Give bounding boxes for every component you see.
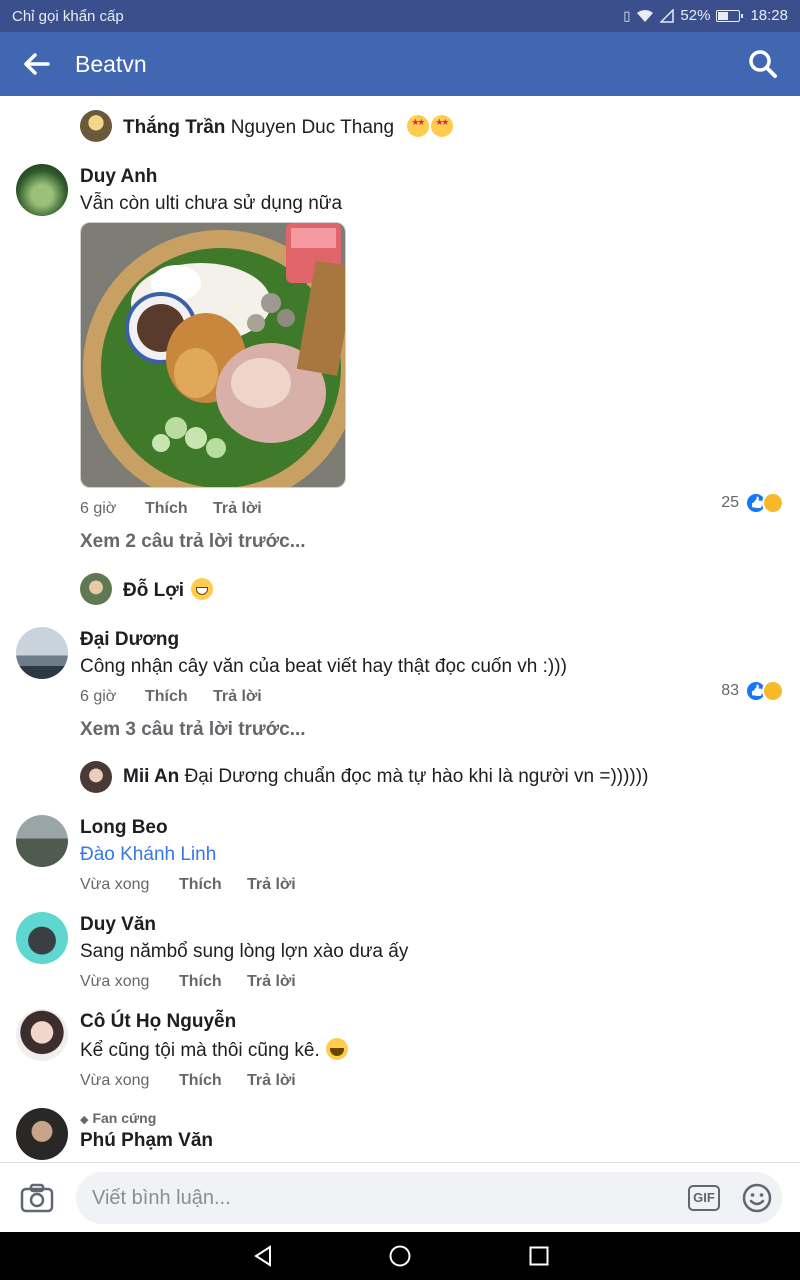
- grinning-emoji-icon: [191, 578, 214, 600]
- reaction-count: 83: [721, 682, 739, 699]
- comment-timestamp: 6 giờ: [80, 688, 117, 705]
- nav-recent-apps-icon[interactable]: [529, 1246, 549, 1266]
- like-button[interactable]: Thích: [179, 876, 247, 894]
- avatar[interactable]: [16, 815, 68, 867]
- page-title: Beatvn: [75, 51, 147, 77]
- comment-input-placeholder: Viết bình luận...: [92, 1187, 231, 1209]
- comment-text: Sang nămbổ sung lòng lợn xào dưa ấy: [80, 941, 409, 962]
- reaction-count: 25: [721, 494, 739, 511]
- food-platter-image: [81, 223, 345, 487]
- avatar[interactable]: [16, 1108, 68, 1160]
- carrier-text: Chỉ gọi khẩn cấp: [12, 8, 124, 25]
- comment-input[interactable]: Viết bình luận... GIF: [76, 1172, 782, 1224]
- system-nav-bar: [0, 1232, 800, 1280]
- reply-button[interactable]: Trả lời: [213, 688, 262, 706]
- reaction-summary[interactable]: 25: [721, 492, 784, 514]
- avatar[interactable]: [80, 573, 112, 605]
- fan-badge: Fan cứng: [92, 1110, 157, 1126]
- reply-author[interactable]: Thắng Trần: [123, 117, 225, 138]
- reply-button[interactable]: Trả lời: [213, 500, 262, 518]
- avatar[interactable]: [80, 761, 112, 793]
- star-struck-emoji-icon: [407, 115, 430, 137]
- battery-icon: [716, 9, 744, 22]
- view-previous-replies-link[interactable]: Xem 2 câu trả lời trước...: [80, 531, 306, 553]
- app-bar: Beatvn: [0, 32, 800, 96]
- search-icon[interactable]: [748, 49, 778, 79]
- wifi-icon: [637, 9, 654, 22]
- avatar[interactable]: [16, 912, 68, 964]
- comment-author[interactable]: Duy Anh: [80, 166, 157, 188]
- comment-timestamp: Vừa xong: [80, 1072, 150, 1089]
- comment-feed[interactable]: Thắng Trần Nguyen Duc Thang Duy Anh Vẫn …: [0, 96, 800, 1162]
- status-icons: ▯ 52% 18:28: [623, 7, 788, 24]
- avatar[interactable]: [16, 1009, 68, 1061]
- like-button[interactable]: Thích: [145, 688, 213, 706]
- reply-text: Đại Dương chuẩn đọc mà tự hào khi là ngư…: [184, 766, 649, 787]
- reply-button[interactable]: Trả lời: [247, 973, 296, 991]
- reply-author[interactable]: Đỗ Lợi: [123, 580, 184, 601]
- camera-icon[interactable]: [20, 1183, 54, 1213]
- nav-home-icon[interactable]: [389, 1245, 411, 1267]
- status-bar: Chỉ gọi khẩn cấp ▯ 52% 18:28: [0, 0, 800, 32]
- comment-author[interactable]: Đại Dương: [80, 629, 179, 651]
- care-reaction-icon: [762, 492, 784, 514]
- like-button[interactable]: Thích: [179, 973, 247, 991]
- vibrate-icon: ▯: [623, 7, 631, 23]
- comment-composer: Viết bình luận... GIF: [0, 1162, 800, 1232]
- comment-timestamp: 6 giờ: [80, 500, 117, 517]
- like-button[interactable]: Thích: [145, 500, 213, 518]
- reply-text: Nguyen Duc Thang: [230, 117, 395, 138]
- arrow-left-icon[interactable]: [22, 50, 52, 78]
- avatar[interactable]: [16, 164, 68, 216]
- reply-button[interactable]: Trả lời: [247, 876, 296, 894]
- comment-author[interactable]: Cô Út Họ Nguyễn: [80, 1011, 236, 1033]
- comment-timestamp: Vừa xong: [80, 876, 150, 893]
- clock: 18:28: [750, 7, 788, 24]
- comment-author[interactable]: Phú Phạm Văn: [80, 1130, 213, 1152]
- comment-photo[interactable]: [80, 222, 346, 488]
- reply-author[interactable]: Mii An: [123, 766, 179, 787]
- haha-reaction-icon: [762, 680, 784, 702]
- avatar[interactable]: [80, 110, 112, 142]
- reply-button[interactable]: Trả lời: [247, 1072, 296, 1090]
- reaction-summary[interactable]: 83: [721, 680, 784, 702]
- comment-text: Vẫn còn ulti chưa sử dụng nữa: [80, 193, 343, 214]
- battery-percent: 52%: [680, 7, 711, 24]
- comment-text: Công nhận cây văn của beat viết hay thật…: [80, 656, 567, 677]
- signal-icon: [660, 8, 675, 23]
- star-struck-emoji-icon: [431, 115, 454, 137]
- comment-author[interactable]: Duy Văn: [80, 914, 156, 936]
- tagged-user-link[interactable]: Đào Khánh Linh: [80, 844, 216, 866]
- comment-author[interactable]: Long Beo: [80, 817, 168, 839]
- avatar[interactable]: [16, 627, 68, 679]
- gif-button[interactable]: GIF: [688, 1185, 720, 1211]
- nav-back-icon[interactable]: [252, 1245, 274, 1267]
- comment-text: Kể cũng tội mà thôi cũng kê.: [80, 1040, 320, 1061]
- like-button[interactable]: Thích: [179, 1072, 247, 1090]
- comment-timestamp: Vừa xong: [80, 973, 150, 990]
- view-previous-replies-link[interactable]: Xem 3 câu trả lời trước...: [80, 719, 306, 741]
- laughing-emoji-icon: [326, 1038, 349, 1060]
- diamond-icon: ◆: [80, 1114, 89, 1126]
- emoji-icon[interactable]: [742, 1183, 772, 1213]
